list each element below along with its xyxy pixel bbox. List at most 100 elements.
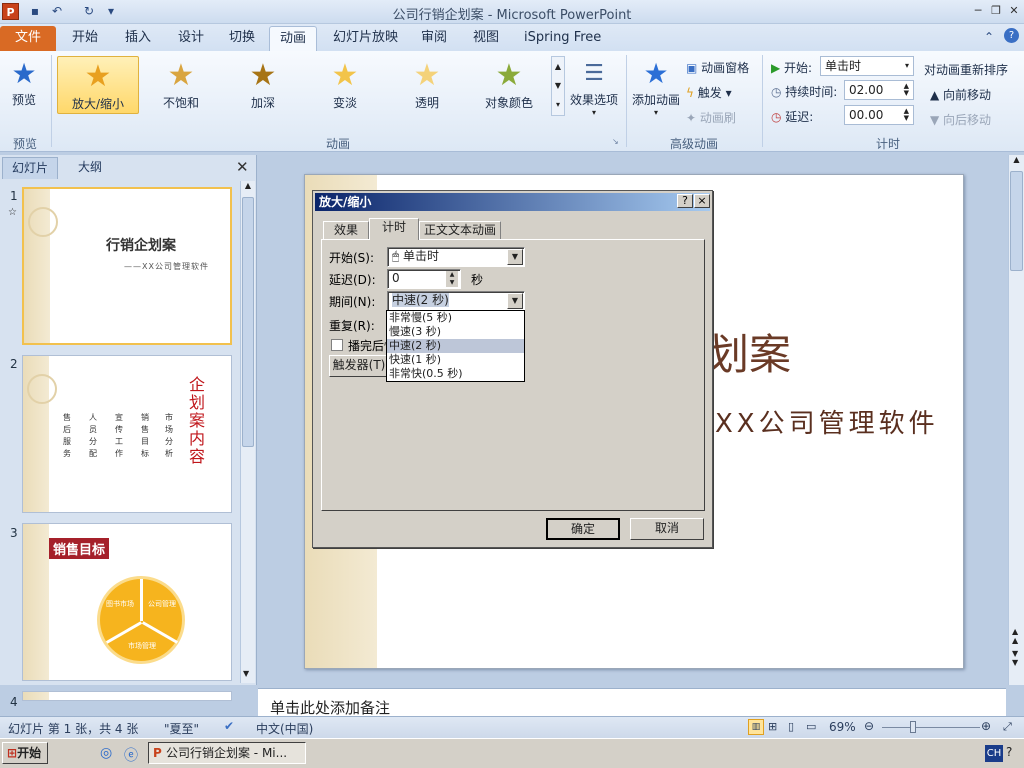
scroll-down-icon[interactable]: ▼ xyxy=(243,669,249,678)
duration-dropdown-list[interactable]: 非常慢(5 秒) 慢速(3 秒) 中速(2 秒) 快速(1 秒) 非常快(0.5… xyxy=(386,310,525,382)
quicklaunch-icon[interactable]: ◎ xyxy=(100,745,112,761)
effect-desaturate[interactable]: ★ 不饱和 xyxy=(140,56,222,114)
close-icon[interactable]: ✕ xyxy=(1006,3,1022,19)
slide-thumbnail-1[interactable]: 行销企划案 ——XX公司管理软件 xyxy=(22,187,232,345)
tab-ispring[interactable]: iSpring Free xyxy=(514,26,611,51)
duration-input[interactable]: 02.00 ▲ ▼ xyxy=(844,80,914,100)
dialog-help-button[interactable]: ? xyxy=(677,194,693,208)
preview-button[interactable]: ★ 预览 xyxy=(4,57,44,117)
star-icon: ★ xyxy=(495,58,523,93)
tab-outline[interactable]: 大纲 xyxy=(62,157,118,179)
ring-decoration xyxy=(27,374,57,404)
tab-slides[interactable]: 幻灯片 xyxy=(2,157,58,179)
tab-insert[interactable]: 插入 xyxy=(115,26,161,51)
effect-label: 透明 xyxy=(414,96,439,110)
notes-pane[interactable]: 单击此处添加备注 xyxy=(258,688,1006,718)
restore-icon[interactable]: ❐ xyxy=(988,3,1004,19)
tab-transitions[interactable]: 切换 xyxy=(219,26,265,51)
slide-scrollbar[interactable]: ▲ ▲ ▲ ▼ ▼ xyxy=(1008,155,1024,685)
effect-grow-shrink[interactable]: ★ 放大/缩小 xyxy=(57,56,139,114)
tab-animations[interactable]: 动画 xyxy=(269,26,318,51)
animation-pane-button[interactable]: ▣ 动画窗格 xyxy=(686,59,749,76)
spinner-icon[interactable]: ▲ ▼ xyxy=(446,271,458,287)
minimize-icon[interactable]: ─ xyxy=(970,3,986,19)
effect-lighten[interactable]: ★ 变淡 xyxy=(304,56,386,114)
add-animation-button[interactable]: ★ 添加动画 ▾ xyxy=(630,57,682,127)
zoom-out-icon[interactable]: ⊖ xyxy=(864,719,874,733)
move-earlier-button[interactable]: ▲ 向前移动 xyxy=(930,86,991,103)
dialog-start-select[interactable]: 🖱 单击时 ▼ xyxy=(387,247,525,267)
help-icon[interactable]: ? xyxy=(1004,28,1019,43)
effect-transparency[interactable]: ★ 透明 xyxy=(386,56,468,114)
slide-thumbnail-2[interactable]: 企划案内容 售后服务 人员分配 宣传工作 销售目标 市场分析 xyxy=(22,355,232,513)
ime-indicator[interactable]: CH xyxy=(985,745,1003,762)
sorter-view-icon[interactable]: ⊞ xyxy=(768,720,777,733)
status-language[interactable]: 中文(中国) xyxy=(256,720,313,737)
dialog-duration-value: 中速(2 秒) xyxy=(392,293,449,307)
dialog-delay-input[interactable]: 0 ▲ ▼ xyxy=(387,269,461,289)
normal-view-icon[interactable]: ▥ xyxy=(748,719,764,735)
dialog-cancel-button[interactable]: 取消 xyxy=(630,518,704,540)
next-slide-icon[interactable]: ▼ ▼ xyxy=(1012,649,1018,667)
animation-painter-button[interactable]: ✦ 动画刷 xyxy=(686,109,736,126)
tab-home[interactable]: 开始 xyxy=(62,26,108,51)
dialog-close-button[interactable]: × xyxy=(694,194,710,208)
dialog-trigger-button[interactable]: 触发器(T) xyxy=(329,355,389,377)
effect-darken[interactable]: ★ 加深 xyxy=(222,56,304,114)
tab-review[interactable]: 审阅 xyxy=(411,26,457,51)
dialog-duration-select[interactable]: 中速(2 秒) ▼ xyxy=(387,291,525,311)
dialog-tab-effect[interactable]: 效果 xyxy=(323,221,369,240)
tab-view[interactable]: 视图 xyxy=(463,26,509,51)
duration-option[interactable]: 慢速(3 秒) xyxy=(387,325,524,339)
dialog-ok-button[interactable]: 确定 xyxy=(546,518,620,540)
trigger-button[interactable]: ϟ 触发 ▾ xyxy=(686,84,732,101)
zoom-slider-thumb[interactable] xyxy=(910,721,916,733)
zoom-level[interactable]: 69% xyxy=(829,720,856,734)
reading-view-icon[interactable]: ▯ xyxy=(788,720,794,733)
tab-slideshow[interactable]: 幻灯片放映 xyxy=(323,26,408,51)
move-later-button[interactable]: ▼ 向后移动 xyxy=(930,111,991,128)
start-select[interactable]: 单击时 ▾ xyxy=(820,56,914,76)
effect-options-button[interactable]: ☰ 效果选项 ▾ xyxy=(568,57,620,127)
delay-input[interactable]: 00.00 ▲ ▼ xyxy=(844,105,914,125)
scroll-thumb[interactable] xyxy=(1010,171,1023,271)
dialog-tab-text-animation[interactable]: 正文文本动画 xyxy=(419,221,501,240)
duration-option[interactable]: 非常快(0.5 秒) xyxy=(387,367,524,381)
duration-option[interactable]: 快速(1 秒) xyxy=(387,353,524,367)
scroll-up-icon[interactable]: ▲ xyxy=(1009,155,1024,164)
prev-slide-icon[interactable]: ▲ ▲ xyxy=(1012,627,1018,645)
zoom-in-icon[interactable]: ⊕ xyxy=(981,719,991,733)
chevron-down-icon[interactable]: ▼ xyxy=(507,293,523,309)
effect-object-color[interactable]: ★ 对象颜色 xyxy=(468,56,550,114)
tab-design[interactable]: 设计 xyxy=(168,26,214,51)
collapse-ribbon-icon[interactable]: ⌃ xyxy=(984,30,994,44)
start-button[interactable]: ⊞开始 xyxy=(2,742,48,764)
green-plus-star-icon: ★ xyxy=(643,57,669,90)
slide-thumbnail-4[interactable] xyxy=(22,691,232,701)
fit-to-window-icon[interactable]: ⤢ xyxy=(1003,720,1012,734)
gallery-scroll[interactable]: ▲ ▼ ▾ xyxy=(551,56,565,116)
duration-option[interactable]: 非常慢(5 秒) xyxy=(387,311,524,325)
scroll-up-icon[interactable]: ▲ xyxy=(241,181,255,190)
close-panel-icon[interactable]: ✕ xyxy=(236,158,249,176)
zoom-slider[interactable] xyxy=(882,727,980,728)
rewind-checkbox[interactable] xyxy=(331,339,343,351)
slide-subtitle-fragment[interactable]: XX公司管理软件 xyxy=(715,403,939,440)
slide-thumbnail-3[interactable]: 销售目标 图书市场 公司管理 市场管理 xyxy=(22,523,232,681)
slide1-subtitle: ——XX公司管理软件 xyxy=(124,262,209,271)
status-theme[interactable]: "夏至" xyxy=(164,720,199,737)
scroll-thumb[interactable] xyxy=(242,197,254,447)
chevron-down-icon[interactable]: ▼ xyxy=(507,249,523,265)
slide-band xyxy=(23,524,49,680)
ie-icon[interactable]: ⓔ xyxy=(124,745,138,765)
dialog-tab-timing[interactable]: 计时 xyxy=(369,218,419,240)
slideshow-view-icon[interactable]: ▭ xyxy=(806,720,816,733)
tab-file[interactable]: 文件 xyxy=(0,26,56,51)
duration-option-selected[interactable]: 中速(2 秒) xyxy=(387,339,524,353)
dialog-launcher-icon[interactable]: ↘ xyxy=(612,137,619,146)
spellcheck-icon[interactable]: ✔ xyxy=(224,719,234,733)
slide-title-fragment[interactable]: 划案 xyxy=(707,321,791,382)
slides-scrollbar[interactable]: ▲ ▼ xyxy=(240,181,255,683)
ime-help-icon[interactable]: ? xyxy=(1006,745,1012,759)
taskbar-window-button[interactable]: P 公司行销企划案 - Mi... xyxy=(148,742,306,764)
